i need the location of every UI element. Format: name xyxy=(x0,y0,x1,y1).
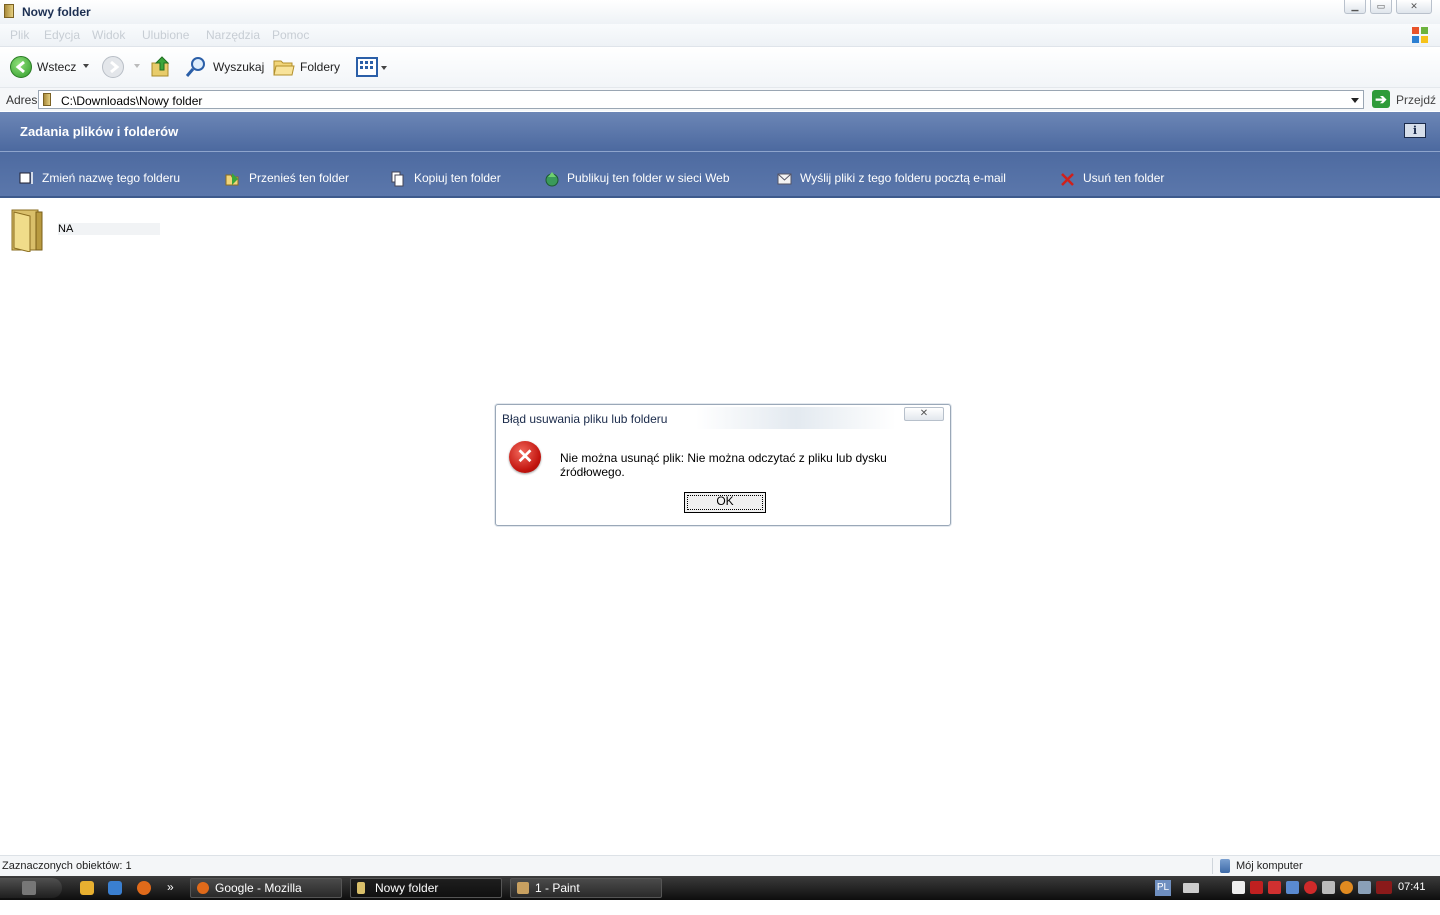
divider xyxy=(0,151,1440,152)
firefox-icon xyxy=(197,882,209,894)
error-icon: ✕ xyxy=(509,441,541,473)
back-dropdown-icon[interactable] xyxy=(83,64,89,68)
address-input[interactable]: C:\Downloads\Nowy folder xyxy=(38,90,1364,109)
dialog-message: Nie można usunąć plik: Nie można odczyta… xyxy=(560,451,887,479)
menu-bar: Plik Edycja Widok Ulubione Narzędzia Pom… xyxy=(0,24,1440,47)
views-dropdown-icon[interactable] xyxy=(381,66,387,70)
quicklaunch-firefox-icon[interactable] xyxy=(137,881,151,895)
dialog-close-button[interactable]: ✕ xyxy=(904,407,944,421)
tray-mail-icon[interactable] xyxy=(1232,881,1245,894)
rename-icon xyxy=(19,172,33,184)
tray-firefox-icon[interactable] xyxy=(1340,881,1353,894)
tray-network-icon[interactable] xyxy=(1286,881,1299,894)
task-panel: Zadania plików i folderów i xyxy=(0,112,1440,198)
task-delete-folder[interactable]: Usuń ten folder xyxy=(1083,171,1164,185)
dialog-title-bar[interactable] xyxy=(696,407,896,429)
taskbar-item-label: Nowy folder xyxy=(375,881,439,895)
quicklaunch-ie-icon[interactable] xyxy=(108,881,122,895)
tray-app-icon[interactable] xyxy=(1376,881,1392,894)
task-move-folder[interactable]: Przenieś ten folder xyxy=(249,171,349,185)
window-title: Nowy folder xyxy=(22,5,91,19)
menu-view[interactable]: Widok xyxy=(92,28,125,42)
address-bar: Adres C:\Downloads\Nowy folder xyxy=(0,88,1440,111)
ok-button[interactable]: OK xyxy=(684,492,766,513)
quicklaunch-chevron-icon[interactable]: » xyxy=(167,880,174,894)
paint-icon xyxy=(517,882,529,894)
windows-logo-icon xyxy=(1412,27,1428,43)
forward-arrow-icon[interactable] xyxy=(102,56,124,78)
folder-icon xyxy=(4,4,14,18)
menu-favorites[interactable]: Ulubione xyxy=(142,28,189,42)
menu-edit[interactable]: Edycja xyxy=(44,28,80,42)
status-location: Mój komputer xyxy=(1236,860,1303,872)
task-copy-folder[interactable]: Kopiuj ten folder xyxy=(414,171,501,185)
forward-dropdown-icon[interactable] xyxy=(134,64,140,68)
taskbar-firefox[interactable]: Google - Mozilla Firefox xyxy=(190,878,342,913)
clock[interactable]: 07:41 xyxy=(1398,881,1426,893)
back-button[interactable]: Wstecz xyxy=(37,60,76,74)
status-selection-count: Zaznaczonych obiektów: 1 xyxy=(2,860,132,872)
minimize-button[interactable]: ▁ xyxy=(1344,0,1366,14)
search-button[interactable]: Wyszukaj xyxy=(213,60,264,74)
go-button[interactable]: Przejdź xyxy=(1396,93,1436,107)
publish-web-icon xyxy=(545,172,559,187)
maximize-button[interactable]: ▭ xyxy=(1370,0,1392,14)
folder-name-label[interactable]: NA xyxy=(58,223,160,235)
status-divider xyxy=(1212,858,1213,874)
task-rename-folder[interactable]: Zmień nazwę tego folderu xyxy=(42,171,180,185)
task-publish-web[interactable]: Publikuj ten folder w sieci Web xyxy=(567,171,730,185)
task-email-files[interactable]: Wyślij pliki z tego folderu pocztą e-mai… xyxy=(800,171,1006,185)
toolbar: Wstecz Wyszukaj Foldery xyxy=(0,47,1440,88)
language-indicator[interactable]: PL xyxy=(1155,880,1171,896)
taskbar: » Google - Mozilla Firefox Nowy folder 1… xyxy=(0,876,1440,913)
windows-logo-icon xyxy=(22,881,36,895)
taskbar-nowy-folder[interactable]: Nowy folder xyxy=(350,878,502,898)
title-bar[interactable]: Nowy folder ▁ ▭ ✕ xyxy=(0,0,1440,24)
menu-tools[interactable]: Narzędzia xyxy=(206,28,260,42)
folder-icon xyxy=(43,93,51,106)
tray-flash-icon[interactable] xyxy=(1268,881,1281,894)
tray-volume-icon[interactable] xyxy=(1322,881,1335,894)
delete-icon xyxy=(1061,173,1074,186)
move-icon xyxy=(225,173,239,186)
menu-help[interactable]: Pomoc xyxy=(272,28,309,42)
menu-file[interactable]: Plik xyxy=(10,28,29,42)
copy-icon xyxy=(391,171,404,187)
focus-ring xyxy=(687,495,763,510)
taskbar-item-label: Google - Mozilla Firefox xyxy=(215,881,302,913)
quicklaunch-show-desktop-icon[interactable] xyxy=(80,881,94,895)
address-label: Adres xyxy=(6,93,38,107)
tray-error-icon[interactable] xyxy=(1304,881,1317,894)
task-panel-title: Zadania plików i folderów xyxy=(20,124,179,139)
up-folder-icon[interactable] xyxy=(150,55,172,79)
keyboard-icon[interactable] xyxy=(1183,883,1199,893)
computer-icon xyxy=(1220,859,1230,873)
folder-icon xyxy=(357,882,365,894)
go-arrow-icon[interactable]: ➔ xyxy=(1372,90,1390,108)
start-button[interactable] xyxy=(0,878,62,898)
folders-button[interactable]: Foldery xyxy=(300,60,340,74)
error-dialog: Błąd usuwania pliku lub folderu ✕ ✕ Nie … xyxy=(495,404,951,526)
folder-icon[interactable] xyxy=(10,206,46,252)
folders-icon[interactable] xyxy=(272,56,296,78)
address-dropdown-icon[interactable] xyxy=(1351,98,1359,103)
dialog-title: Błąd usuwania pliku lub folderu xyxy=(502,412,668,426)
tray-monitor-icon[interactable] xyxy=(1358,881,1371,894)
back-arrow-icon[interactable] xyxy=(10,56,32,78)
taskbar-item-label: 1 - Paint xyxy=(535,881,580,895)
search-icon[interactable] xyxy=(184,55,208,79)
taskbar-paint[interactable]: 1 - Paint xyxy=(510,878,662,898)
address-value: C:\Downloads\Nowy folder xyxy=(61,94,203,108)
email-icon xyxy=(777,173,792,185)
status-bar: Zaznaczonych obiektów: 1 Mój komputer xyxy=(0,855,1440,877)
close-button[interactable]: ✕ xyxy=(1396,0,1432,14)
views-icon[interactable] xyxy=(356,57,378,77)
info-icon[interactable]: i xyxy=(1404,123,1426,138)
tray-antivirus-icon[interactable] xyxy=(1250,881,1263,894)
